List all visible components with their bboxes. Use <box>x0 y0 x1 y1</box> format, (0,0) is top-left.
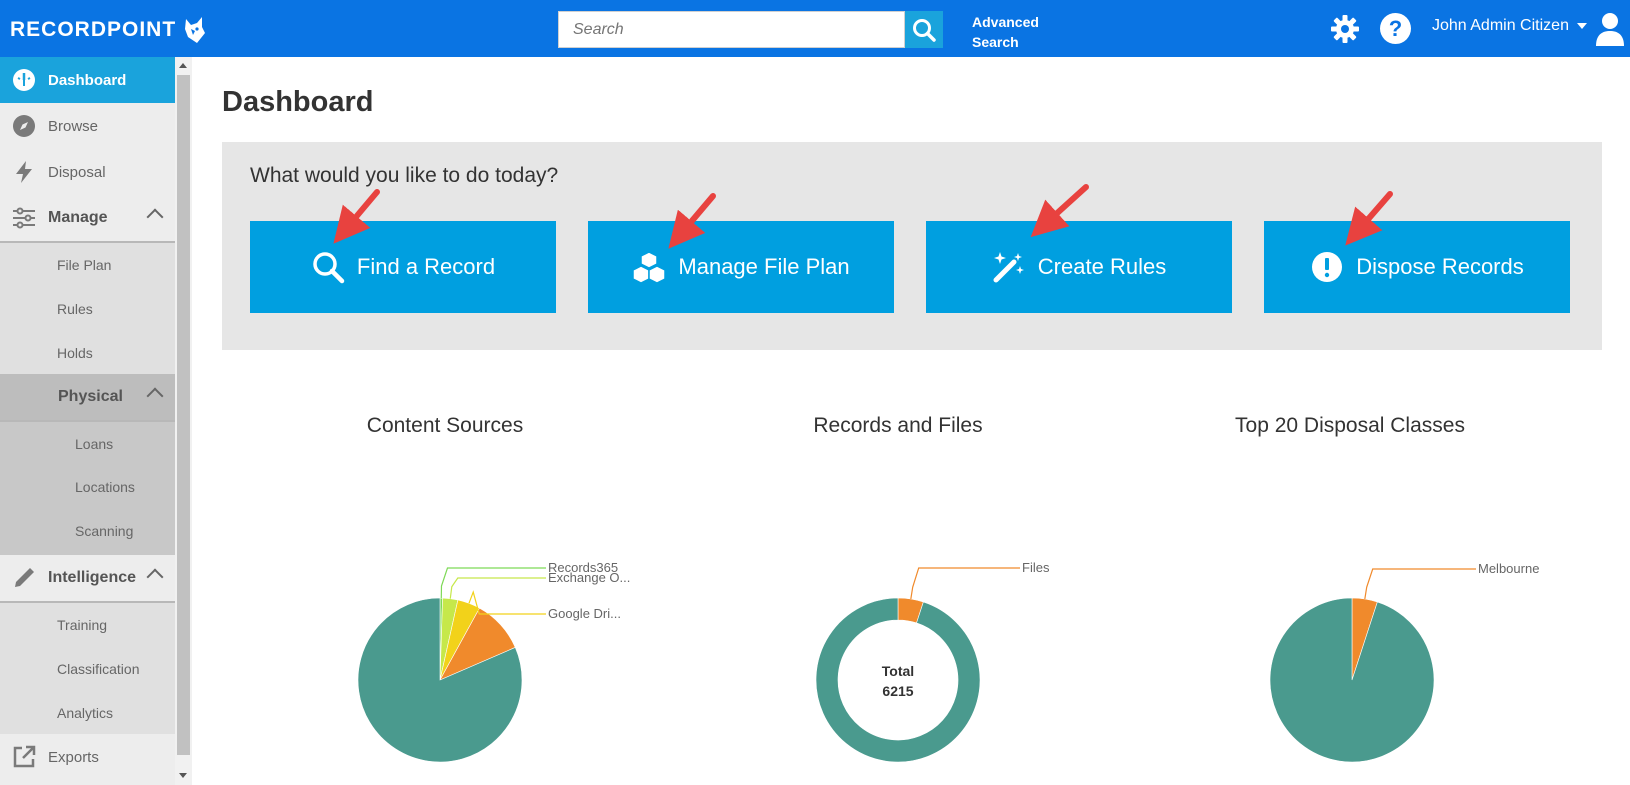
sidebar-item-manage[interactable]: Manage <box>0 195 175 241</box>
slice-label: Files <box>1022 560 1050 575</box>
slice-label: Melbourne <box>1478 561 1539 576</box>
chart-title-records-and-files: Records and Files <box>813 414 983 437</box>
button-label: Dispose Records <box>1356 254 1524 279</box>
top-bar: RECORDPOINT Advanced Search ? John A <box>0 0 1630 57</box>
manage-submenu: File Plan Rules Holds <box>0 243 175 374</box>
donut-center-value: 6215 <box>882 683 913 699</box>
sidebar-item-label: Manage <box>48 209 108 226</box>
content-sources-pie-chart: Records365Exchange O...Google Dri... <box>357 560 630 763</box>
sidebar-item-label: Disposal <box>48 163 106 181</box>
slice-leader-line <box>449 577 546 599</box>
dispose-records-button[interactable]: Dispose Records <box>1264 221 1570 313</box>
pie-slice[interactable] <box>815 597 981 763</box>
panel-question: What would you like to do today? <box>250 164 559 187</box>
scroll-up-arrow-icon[interactable] <box>179 63 187 68</box>
sidebar-item-label: Intelligence <box>48 569 137 586</box>
records-and-files-donut-chart: Files Total 6215 <box>815 560 1050 763</box>
sidebar-item-scanning[interactable]: Scanning <box>75 523 133 539</box>
manage-file-plan-button[interactable]: Manage File Plan <box>588 221 894 313</box>
user-name: John Admin Citizen <box>1432 17 1569 34</box>
brand-name: RECORDPOINT <box>10 18 177 41</box>
sidebar-item-label: Exports <box>48 748 99 766</box>
lightning-icon <box>16 161 32 183</box>
gear-icon[interactable] <box>1330 14 1360 44</box>
slice-label: Google Dri... <box>548 606 621 621</box>
sidebar-item-locations[interactable]: Locations <box>75 479 135 495</box>
sidebar-item-classification[interactable]: Classification <box>57 661 139 677</box>
page-title: Dashboard <box>222 86 374 118</box>
sidebar-item-analytics[interactable]: Analytics <box>57 705 113 721</box>
donut-center-label: Total <box>882 663 914 679</box>
chevron-up-icon[interactable] <box>146 568 164 586</box>
sidebar-item-exports[interactable]: Exports <box>0 734 175 780</box>
search-button[interactable] <box>905 11 943 48</box>
help-icon[interactable]: ? <box>1380 13 1411 44</box>
sidebar-item-physical[interactable]: Physical <box>0 374 175 420</box>
compass-icon <box>13 115 35 137</box>
external-link-icon <box>13 745 36 768</box>
slice-leader-line <box>440 567 546 599</box>
search-input[interactable] <box>558 11 905 48</box>
button-label: Create Rules <box>1037 254 1167 279</box>
button-label: Manage File Plan <box>678 254 850 279</box>
sidebar-item-holds[interactable]: Holds <box>57 345 93 361</box>
pie-slice[interactable] <box>1269 597 1435 763</box>
physical-submenu: Loans Locations Scanning <box>0 422 175 555</box>
advanced-search-link[interactable]: Advanced Search <box>972 12 1052 52</box>
sidebar-item-file-plan[interactable]: File Plan <box>57 257 111 273</box>
intelligence-submenu: Training Classification Analytics <box>0 603 175 734</box>
user-menu[interactable]: John Admin Citizen <box>1432 17 1587 35</box>
slice-leader-line <box>910 567 1020 600</box>
disposal-classes-pie-chart: Melbourne <box>1269 561 1539 763</box>
user-icon[interactable] <box>1595 12 1625 46</box>
dashboard-gauge-icon <box>13 69 35 91</box>
exclamation-icon <box>1312 252 1343 282</box>
button-label: Find a Record <box>356 254 496 279</box>
scrollbar-thumb[interactable] <box>177 75 190 755</box>
search-icon <box>313 252 345 284</box>
chart-title-content-sources: Content Sources <box>366 414 524 437</box>
magic-wand-icon <box>993 252 1024 283</box>
chevron-up-icon[interactable] <box>146 387 164 405</box>
sidebar-item-training[interactable]: Training <box>57 617 107 633</box>
pencil-icon <box>15 568 34 587</box>
sidebar: Dashboard Browse Disposal Manage File Pl… <box>0 57 175 785</box>
quick-actions-panel: What would you like to do today? Find a … <box>222 142 1602 350</box>
find-a-record-button[interactable]: Find a Record <box>250 221 556 313</box>
chevron-up-icon[interactable] <box>146 208 164 226</box>
slice-label: Exchange O... <box>548 570 630 585</box>
brand-logo[interactable]: RECORDPOINT <box>10 17 206 43</box>
fox-logo-icon <box>185 17 206 43</box>
sliders-icon <box>13 207 35 229</box>
sidebar-item-intelligence[interactable]: Intelligence <box>0 555 175 601</box>
sidebar-item-label: Physical <box>58 388 123 405</box>
slice-leader-line <box>1364 568 1476 600</box>
cubes-icon <box>632 251 667 284</box>
sidebar-item-rules[interactable]: Rules <box>57 301 93 317</box>
sidebar-item-loans[interactable]: Loans <box>75 436 113 452</box>
create-rules-button[interactable]: Create Rules <box>926 221 1232 313</box>
chevron-down-icon <box>1576 23 1587 29</box>
sidebar-item-label: Dashboard <box>48 71 127 89</box>
sidebar-item-label: Browse <box>48 117 99 135</box>
sidebar-scrollbar[interactable] <box>175 57 192 785</box>
search-icon <box>913 18 936 42</box>
sidebar-item-disposal[interactable]: Disposal <box>0 149 175 195</box>
chart-title-disposal-classes: Top 20 Disposal Classes <box>1235 414 1465 437</box>
scroll-down-arrow-icon[interactable] <box>179 773 187 778</box>
sidebar-item-browse[interactable]: Browse <box>0 103 175 149</box>
sidebar-item-dashboard[interactable]: Dashboard <box>0 57 175 103</box>
